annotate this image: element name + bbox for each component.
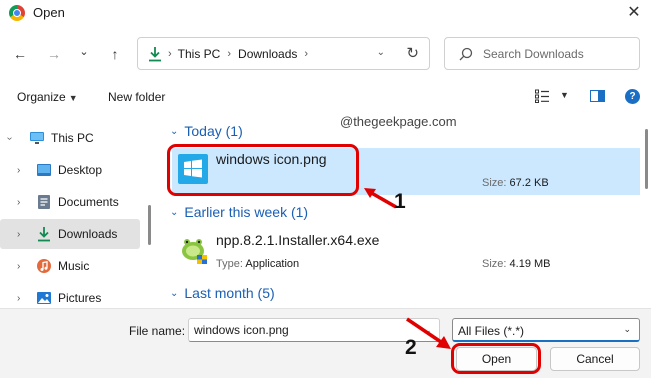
organize-label: Organize: [17, 90, 66, 104]
navigation-scrollbar[interactable]: [148, 117, 151, 307]
breadcrumb-this-pc[interactable]: This PC: [178, 47, 221, 61]
chrome-icon: [9, 5, 25, 21]
sidebar-item-label: Pictures: [58, 291, 102, 305]
annotation-box-open: [451, 343, 541, 374]
title-bar: Open ✕: [0, 0, 651, 26]
forward-button[interactable]: →: [44, 44, 64, 64]
annotation-arrow-1: [364, 188, 397, 209]
group-label: Earlier this week (1): [184, 204, 309, 220]
preview-pane-button[interactable]: [590, 90, 605, 102]
documents-icon: [36, 194, 52, 210]
view-options-caret[interactable]: ▼: [560, 90, 569, 100]
breadcrumb-downloads[interactable]: Downloads: [238, 47, 297, 61]
close-button[interactable]: ✕: [619, 0, 649, 24]
file-name-label: File name:: [129, 324, 186, 338]
search-icon: [459, 47, 475, 61]
chevron-right-icon[interactable]: ›: [17, 261, 20, 272]
breadcrumb-separator: ›: [168, 47, 172, 60]
view-options-button[interactable]: [535, 89, 549, 103]
sidebar-item-desktop[interactable]: › Desktop: [0, 155, 140, 185]
annotation-step-2: 2: [405, 336, 417, 359]
recent-locations-button[interactable]: ⌄: [74, 41, 94, 61]
group-header-today[interactable]: ⌄ Today (1): [170, 123, 243, 139]
chevron-right-icon[interactable]: ›: [17, 229, 20, 240]
sidebar-item-label: Documents: [58, 195, 119, 209]
group-header-earlier-this-week[interactable]: ⌄ Earlier this week (1): [170, 204, 308, 220]
dialog-footer: File name: ⌄ All Files (*.*) ⌄ Open Canc…: [0, 308, 651, 378]
organize-button[interactable]: Organize ▼: [17, 90, 78, 104]
notepad-plus-plus-icon: [178, 235, 208, 265]
sidebar-item-label: Downloads: [58, 227, 118, 241]
chevron-down-icon: ⌄: [170, 206, 179, 218]
chevron-right-icon[interactable]: ›: [17, 165, 20, 176]
chevron-down-icon[interactable]: ›: [4, 136, 15, 139]
sidebar-item-label: This PC: [51, 131, 94, 145]
sidebar-item-label: Desktop: [58, 163, 103, 177]
file-name: npp.8.2.1.Installer.x64.exe: [216, 232, 380, 248]
new-folder-button[interactable]: New folder: [108, 90, 165, 104]
file-type: Type: Application: [216, 258, 300, 270]
sidebar-item-pictures[interactable]: › Pictures: [0, 283, 140, 309]
sidebar-item-downloads[interactable]: › Downloads: [0, 219, 140, 249]
file-size: Size: 4.19 MB: [482, 258, 551, 270]
command-bar: Organize ▼ New folder: [0, 84, 651, 112]
download-icon: [146, 46, 164, 62]
sidebar-item-label: Music: [58, 259, 90, 273]
desktop-folder-icon: [36, 162, 52, 178]
music-icon: [36, 258, 52, 274]
annotation-box-file: [167, 144, 359, 196]
file-row-npp-installer[interactable]: npp.8.2.1.Installer.x64.exe Type: Applic…: [172, 229, 640, 276]
group-label: Last month (5): [184, 285, 275, 301]
refresh-button[interactable]: ↻: [406, 44, 419, 62]
chevron-down-icon: ⌄: [170, 287, 179, 299]
search-input[interactable]: Search Downloads: [483, 47, 584, 61]
help-button[interactable]: ?: [625, 89, 640, 104]
download-icon: [36, 226, 52, 242]
group-label: Today (1): [184, 123, 243, 139]
window-title: Open: [33, 5, 65, 20]
monitor-icon: [29, 130, 45, 146]
back-button[interactable]: ←: [10, 44, 30, 64]
address-bar[interactable]: › This PC › Downloads › ⌄ ↻: [137, 37, 430, 70]
sidebar-item-music[interactable]: › Music: [0, 251, 140, 281]
caret-down-icon: ▼: [68, 93, 78, 103]
chevron-right-icon[interactable]: ›: [17, 197, 20, 208]
breadcrumb-separator: ›: [304, 47, 309, 60]
sidebar-item-documents[interactable]: › Documents: [0, 187, 140, 217]
chevron-down-icon: ⌄: [170, 125, 179, 137]
file-list-scrollbar[interactable]: [645, 117, 648, 307]
up-button[interactable]: ↑: [105, 44, 125, 64]
address-dropdown-button[interactable]: ⌄: [377, 47, 385, 58]
annotation-step-1: 1: [394, 190, 406, 213]
cancel-button[interactable]: Cancel: [550, 347, 640, 371]
file-size: Size: 67.2 KB: [482, 177, 549, 189]
search-box[interactable]: Search Downloads: [444, 37, 640, 70]
breadcrumb-separator: ›: [227, 47, 232, 60]
navigation-pane: › This PC › Desktop › Documents › Downlo…: [0, 117, 150, 309]
chevron-down-icon: ⌄: [623, 324, 631, 334]
group-header-last-month[interactable]: ⌄ Last month (5): [170, 285, 275, 301]
file-type-value: All Files (*.*): [458, 324, 525, 338]
sidebar-item-this-pc[interactable]: › This PC: [0, 123, 140, 153]
pictures-icon: [36, 290, 52, 306]
file-type-select[interactable]: All Files (*.*) ⌄: [452, 318, 640, 342]
chevron-right-icon[interactable]: ›: [17, 293, 20, 304]
